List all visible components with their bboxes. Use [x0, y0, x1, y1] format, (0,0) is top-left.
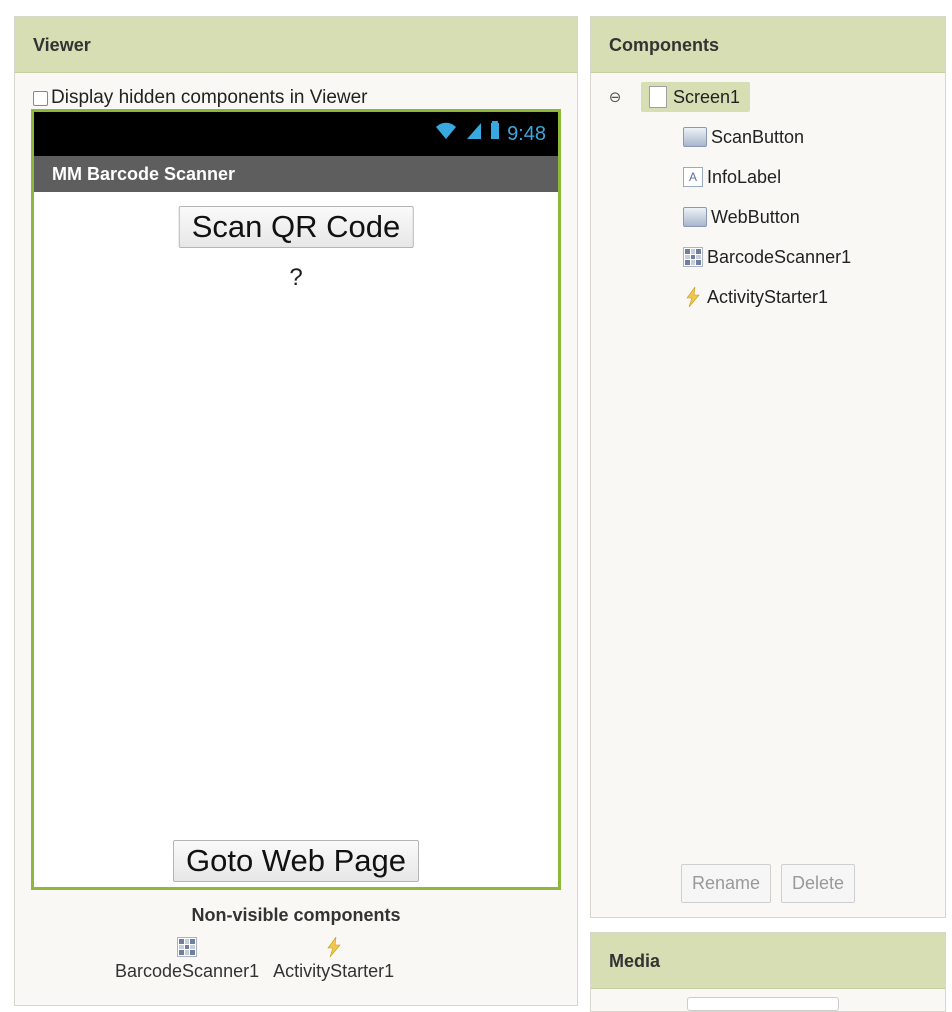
component-tree: ⊖ Screen1 ScanButton A InfoLabel WebButt… — [591, 77, 945, 317]
nonvisible-item-label: BarcodeScanner1 — [115, 961, 260, 981]
nonvisible-item[interactable]: BarcodeScanner1 — [115, 937, 259, 982]
battery-icon — [489, 121, 500, 147]
media-header: Media — [591, 933, 945, 989]
status-time: 9:48 — [507, 122, 546, 145]
button-icon — [683, 127, 707, 147]
nonvisible-item-label: ActivityStarter1 — [273, 961, 395, 981]
display-hidden-checkbox[interactable] — [33, 90, 48, 106]
phone-status-bar: 9:48 — [34, 112, 558, 156]
barcode-scanner-icon — [177, 937, 198, 957]
tree-item-infolabel[interactable]: A InfoLabel — [683, 157, 945, 197]
display-hidden-label: Display hidden components in Viewer — [51, 87, 368, 108]
component-actions: Rename Delete — [591, 864, 945, 903]
media-upload-field[interactable] — [687, 997, 839, 1011]
nonvisible-list: BarcodeScanner1 ActivityStarter1 — [115, 936, 395, 982]
screen1-label: Screen1 — [673, 86, 741, 107]
viewer-header: Viewer — [15, 17, 577, 73]
tree-item-label: ActivityStarter1 — [707, 286, 829, 307]
tree-item-barcodescanner1[interactable]: BarcodeScanner1 — [683, 237, 945, 277]
media-panel: Media — [590, 932, 946, 1012]
screen1-node[interactable]: Screen1 — [641, 82, 751, 112]
barcode-scanner-icon — [683, 247, 703, 267]
viewer-panel: Viewer Display hidden components in View… — [14, 16, 578, 1006]
screen-icon — [649, 86, 667, 108]
components-panel: Components ⊖ Screen1 ScanButton A InfoLa… — [590, 16, 946, 918]
display-hidden-toggle[interactable]: Display hidden components in Viewer — [33, 87, 368, 109]
label-icon: A — [683, 167, 703, 187]
components-header: Components — [591, 17, 945, 73]
tree-item-scanbutton[interactable]: ScanButton — [683, 117, 945, 157]
phone-preview[interactable]: 9:48 MM Barcode Scanner Scan QR Code ? G… — [31, 109, 561, 890]
button-icon — [683, 207, 707, 227]
tree-item-activitystarter1[interactable]: ActivityStarter1 — [683, 277, 945, 317]
activity-starter-icon — [324, 936, 344, 958]
wifi-icon — [433, 121, 459, 147]
delete-button[interactable]: Delete — [781, 864, 856, 903]
info-label: ? — [289, 264, 303, 291]
tree-item-label: InfoLabel — [707, 166, 782, 187]
nonvisible-title: Non-visible components — [191, 905, 401, 925]
signal-icon — [467, 121, 482, 147]
tree-item-label: ScanButton — [711, 126, 805, 147]
collapse-icon[interactable]: ⊖ — [605, 88, 625, 106]
activity-starter-icon — [683, 286, 703, 308]
tree-item-label: WebButton — [711, 206, 800, 227]
tree-item-label: BarcodeScanner1 — [707, 246, 852, 267]
app-title-bar: MM Barcode Scanner — [34, 156, 558, 192]
rename-button[interactable]: Rename — [680, 864, 771, 903]
nonvisible-item[interactable]: ActivityStarter1 — [273, 936, 395, 982]
goto-web-page-button[interactable]: Goto Web Page — [172, 840, 420, 882]
tree-row-screen: ⊖ Screen1 — [591, 77, 945, 117]
tree-item-webbutton[interactable]: WebButton — [683, 197, 945, 237]
scan-qr-button[interactable]: Scan QR Code — [178, 206, 414, 248]
